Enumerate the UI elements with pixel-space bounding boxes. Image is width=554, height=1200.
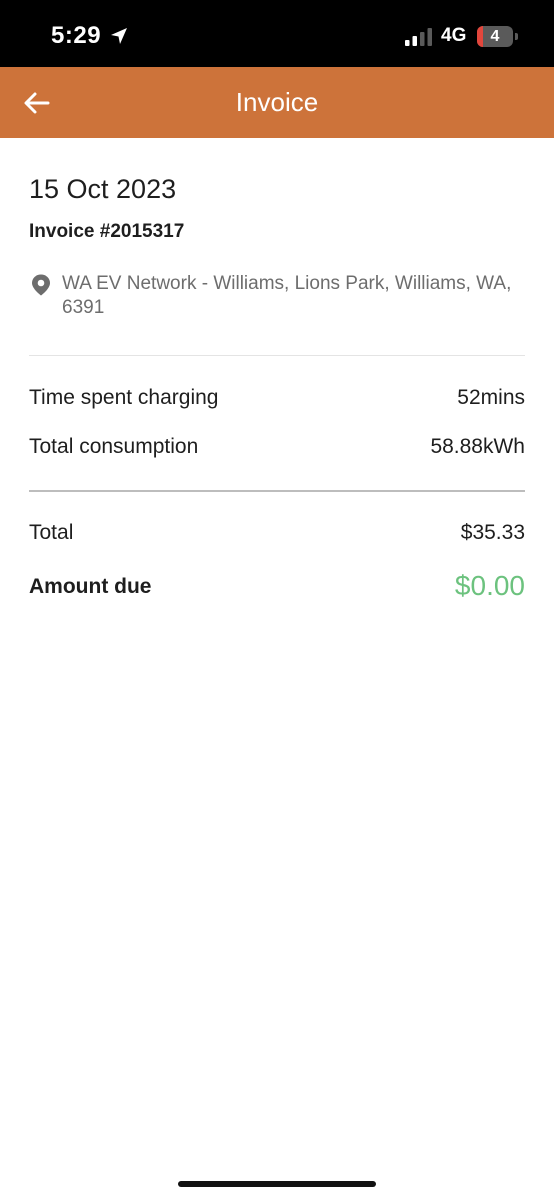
- amount-due-value: $0.00: [454, 570, 525, 601]
- section-divider: [29, 355, 525, 356]
- app-header: Invoice: [0, 67, 554, 138]
- total-consumption-value: 58.88kWh: [430, 435, 525, 458]
- location-arrow-icon: [111, 28, 127, 44]
- invoice-number: Invoice #2015317: [29, 221, 185, 242]
- map-pin-icon: [32, 274, 50, 296]
- amount-due-label: Amount due: [29, 575, 152, 598]
- page-title: Invoice: [235, 87, 319, 117]
- totals-divider: [29, 490, 525, 492]
- cellular-signal-icon: [405, 28, 432, 46]
- back-arrow-icon[interactable]: [20, 86, 54, 120]
- status-time: 5:29: [51, 22, 102, 49]
- total-consumption-label: Total consumption: [29, 435, 199, 458]
- home-indicator[interactable]: [178, 1181, 376, 1187]
- time-spent-charging-label: Time spent charging: [29, 386, 219, 409]
- battery-icon: 4: [477, 26, 518, 47]
- charging-location-address: WA EV Network - Williams, Lions Park, Wi…: [62, 273, 512, 318]
- total-value: $35.33: [460, 521, 525, 544]
- battery-level: 4: [490, 28, 500, 45]
- total-label: Total: [29, 521, 74, 544]
- invoice-date: 15 Oct 2023: [29, 174, 177, 204]
- status-bar: 5:29 4G 4: [0, 0, 554, 67]
- time-spent-charging-value: 52mins: [457, 386, 525, 409]
- network-type: 4G: [441, 25, 467, 46]
